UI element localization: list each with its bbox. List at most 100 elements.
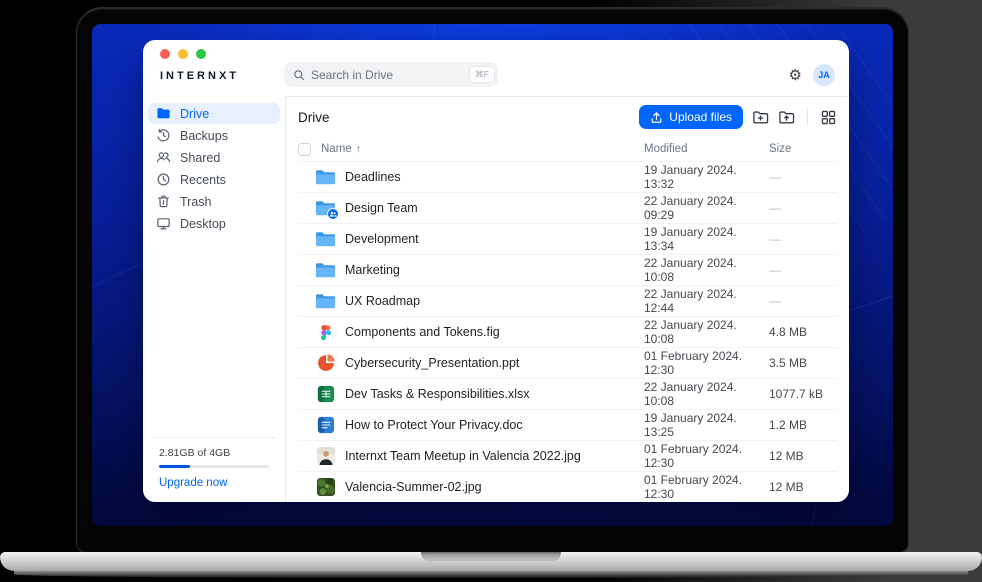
file-size: — (769, 263, 837, 277)
titlebar: INTERNXT ⌘F ⚙ JA (143, 40, 849, 96)
file-modified: 22 January 2024. 10:08 (644, 256, 769, 284)
photo-green-icon (317, 478, 335, 496)
backups-icon (156, 128, 171, 143)
breadcrumb: Drive (298, 110, 330, 125)
folder-icon (315, 230, 336, 248)
laptop-base-notch (421, 552, 561, 561)
sidebar-item-trash[interactable]: Trash (148, 191, 280, 212)
file-modified: 01 February 2024. 12:30 (644, 442, 769, 470)
file-modified: 01 February 2024. 12:30 (644, 349, 769, 377)
upload-icon (650, 111, 663, 124)
file-list: Deadlines 19 January 2024. 13:32 — Desig… (286, 161, 849, 502)
file-size: 4.8 MB (769, 325, 837, 339)
laptop-base-shadow (14, 571, 968, 578)
file-name: Internxt Team Meetup in Valencia 2022.jp… (345, 449, 644, 463)
settings-gear-icon[interactable]: ⚙ (789, 68, 802, 83)
search-bar[interactable]: ⌘F (284, 62, 498, 87)
excel-icon (317, 385, 335, 403)
storage-usage-label: 2.81GB of 4GB (159, 447, 269, 459)
app-window: INTERNXT ⌘F ⚙ JA Drive (143, 40, 849, 502)
file-row[interactable]: Components and Tokens.fig 22 January 202… (298, 316, 837, 347)
file-modified: 19 January 2024. 13:34 (644, 225, 769, 253)
file-row[interactable]: UX Roadmap 22 January 2024. 12:44 — (298, 285, 837, 316)
column-header-modified: Modified (644, 143, 769, 155)
file-name: Dev Tasks & Responsibilities.xlsx (345, 387, 644, 401)
laptop-screen: INTERNXT ⌘F ⚙ JA Drive (92, 24, 893, 526)
file-modified: 22 January 2024. 10:08 (644, 318, 769, 346)
file-modified: 22 January 2024. 09:29 (644, 194, 769, 222)
sidebar: Drive Backups Shared Recents Trash Deskt… (143, 96, 285, 502)
file-row[interactable]: How to Protect Your Privacy.doc 19 Janua… (298, 409, 837, 440)
user-avatar[interactable]: JA (813, 64, 835, 86)
file-modified: 01 February 2024. 12:30 (644, 473, 769, 501)
column-header-name[interactable]: Name ↑ (321, 143, 644, 155)
main-header: Drive Upload files (286, 97, 849, 137)
internxt-logo: INTERNXT (160, 70, 284, 87)
zoom-window-button[interactable] (196, 49, 206, 59)
sidebar-item-recents[interactable]: Recents (148, 169, 280, 190)
sidebar-item-shared[interactable]: Shared (148, 147, 280, 168)
sidebar-item-desktop[interactable]: Desktop (148, 213, 280, 234)
shared-icon (156, 150, 171, 165)
file-size: — (769, 232, 837, 246)
file-modified: 22 January 2024. 10:08 (644, 380, 769, 408)
file-size: 12 MB (769, 449, 837, 463)
desktop-icon (156, 216, 171, 231)
laptop-lid: INTERNXT ⌘F ⚙ JA Drive (76, 7, 909, 553)
file-name: How to Protect Your Privacy.doc (345, 418, 644, 432)
file-row[interactable]: Dev Tasks & Responsibilities.xlsx 22 Jan… (298, 378, 837, 409)
grid-view-button[interactable] (820, 109, 837, 126)
file-row[interactable]: Valencia-Summer-02.jpg 01 February 2024.… (298, 471, 837, 502)
file-size: 1.2 MB (769, 418, 837, 432)
file-row[interactable]: Cybersecurity_Presentation.ppt 01 Februa… (298, 347, 837, 378)
file-size: 1077.7 kB (769, 387, 837, 401)
file-name: Cybersecurity_Presentation.ppt (345, 356, 644, 370)
column-header-size: Size (769, 143, 837, 155)
select-all-checkbox[interactable] (298, 143, 311, 156)
upgrade-link[interactable]: Upgrade now (159, 477, 269, 489)
trash-icon (156, 194, 171, 209)
folder-upload-icon (778, 109, 795, 126)
folder-icon (315, 292, 336, 310)
storage-progress-fill (159, 465, 190, 468)
search-shortcut-badge: ⌘F (470, 67, 494, 82)
file-name: Components and Tokens.fig (345, 325, 644, 339)
table-header: Name ↑ Modified Size (286, 137, 849, 161)
topbar-actions: ⚙ JA (789, 64, 835, 87)
grid-view-icon (820, 109, 837, 126)
storage-section: 2.81GB of 4GB Upgrade now (151, 437, 277, 502)
file-row[interactable]: Deadlines 19 January 2024. 13:32 — (298, 161, 837, 192)
people-icon (329, 210, 337, 218)
upload-files-button[interactable]: Upload files (639, 105, 743, 129)
file-name: Development (345, 232, 644, 246)
search-icon (293, 69, 305, 81)
file-name: Valencia-Summer-02.jpg (345, 480, 644, 494)
file-size: 3.5 MB (769, 356, 837, 370)
minimize-window-button[interactable] (178, 49, 188, 59)
recents-icon (156, 172, 171, 187)
file-row[interactable]: Design Team 22 January 2024. 09:29 — (298, 192, 837, 223)
sidebar-item-backups[interactable]: Backups (148, 125, 280, 146)
folder-icon (315, 261, 336, 279)
mockup-stage: INTERNXT ⌘F ⚙ JA Drive (0, 0, 982, 582)
file-size: — (769, 201, 837, 215)
file-row[interactable]: Marketing 22 January 2024. 10:08 — (298, 254, 837, 285)
file-name: Deadlines (345, 170, 644, 184)
file-row[interactable]: Internxt Team Meetup in Valencia 2022.jp… (298, 440, 837, 471)
photo-portrait-icon (317, 447, 335, 465)
folder-plus-icon (752, 109, 769, 126)
file-name: Design Team (345, 201, 644, 215)
file-row[interactable]: Development 19 January 2024. 13:34 — (298, 223, 837, 254)
file-size: — (769, 170, 837, 184)
file-name: Marketing (345, 263, 644, 277)
search-input[interactable] (311, 68, 464, 82)
file-modified: 19 January 2024. 13:32 (644, 163, 769, 191)
close-window-button[interactable] (160, 49, 170, 59)
sidebar-item-drive[interactable]: Drive (148, 103, 280, 124)
header-actions: Upload files (639, 105, 837, 129)
upload-folder-button[interactable] (778, 109, 795, 126)
new-folder-button[interactable] (752, 109, 769, 126)
traffic-lights (160, 49, 206, 59)
file-modified: 22 January 2024. 12:44 (644, 287, 769, 315)
folder-icon (315, 168, 336, 186)
